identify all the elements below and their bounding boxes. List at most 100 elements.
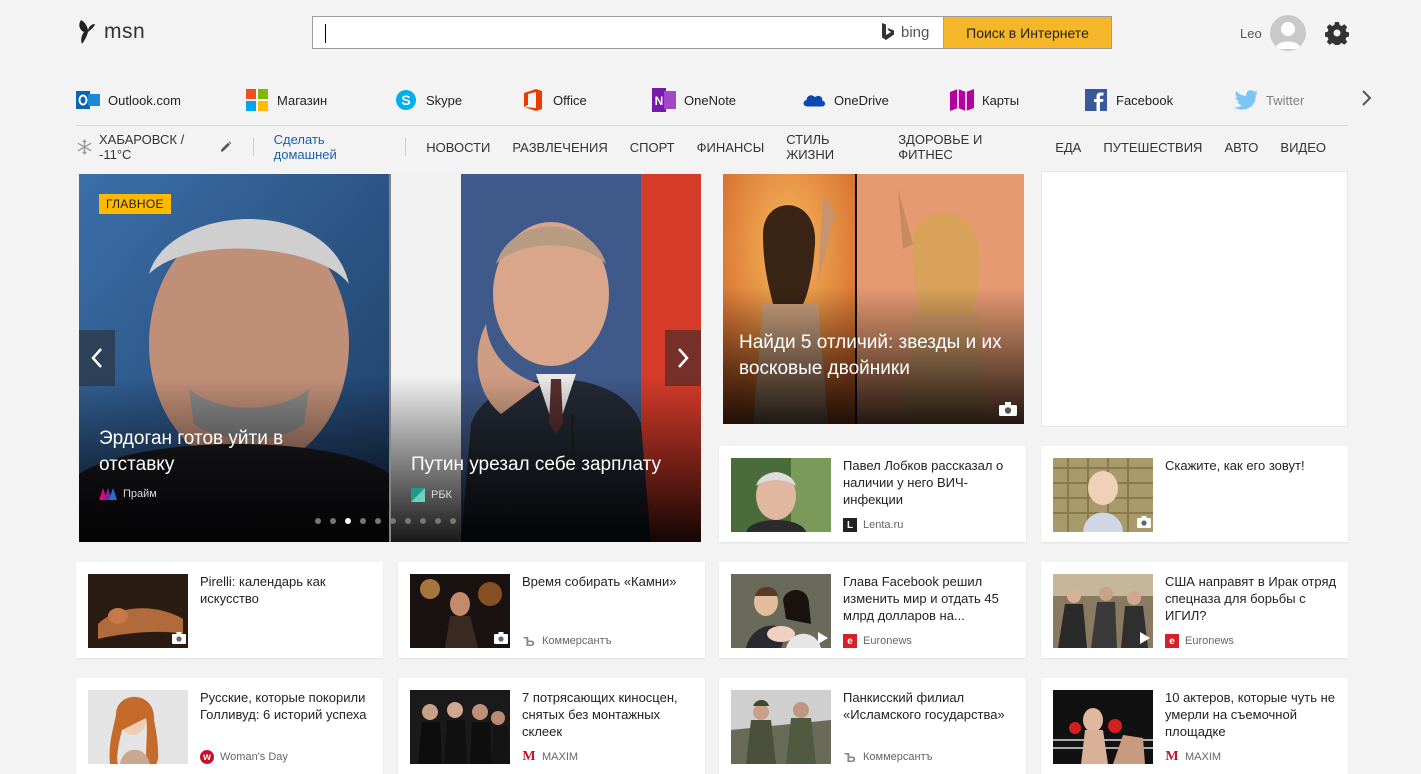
source-name: Прайм (123, 488, 157, 500)
hero-photo-putin[interactable] (391, 174, 701, 542)
card-headline[interactable]: Скажите, как его зовут! (1165, 457, 1341, 474)
news-card[interactable]: 10 актеров, которые чуть не умерли на съ… (1041, 678, 1348, 774)
camera-icon (172, 632, 186, 644)
carousel-dot[interactable] (405, 518, 411, 524)
app-maps[interactable]: Карты (950, 80, 1019, 120)
carousel-dot[interactable] (375, 518, 381, 524)
app-label: Twitter (1266, 92, 1305, 108)
app-label: Магазин (277, 92, 328, 108)
source-name: MAXIM (1185, 751, 1222, 763)
source-name: РБК (431, 489, 452, 501)
news-card[interactable]: Время собирать «Камни» Ъ Коммерсантъ (398, 562, 705, 658)
card-headline[interactable]: Павел Лобков рассказал о наличии у него … (843, 457, 1019, 508)
app-label: Skype (426, 92, 463, 108)
card-headline[interactable]: Русские, которые покорили Голливуд: 6 ис… (200, 689, 376, 723)
hero-photo-erdogan[interactable] (79, 174, 389, 542)
app-label: Office (553, 92, 587, 108)
carousel-dot[interactable] (330, 518, 336, 524)
feature-headline[interactable]: Найди 5 отличий: звезды и их восковые дв… (739, 330, 1009, 382)
user-menu[interactable]: Leo (1240, 15, 1306, 51)
card-source[interactable]: M MAXIM (522, 749, 578, 764)
card-source[interactable]: e Euronews (1165, 634, 1234, 648)
main-nav: ХАБАРОВСК / -11°C Сделать домашней НОВОС… (76, 132, 1348, 162)
maxim-logo-icon: M (1165, 749, 1179, 764)
card-source[interactable]: Ъ Коммерсантъ (843, 750, 932, 765)
source-name: Euronews (863, 635, 912, 647)
carousel-dot[interactable] (345, 518, 351, 524)
news-card[interactable]: Скажите, как его зовут! (1041, 446, 1348, 542)
carousel-dot[interactable] (420, 518, 426, 524)
card-headline[interactable]: США направят в Ирак отряд спецназа для б… (1165, 573, 1341, 624)
hero-headline[interactable]: Эрдоган готов уйти в отставку (99, 426, 339, 478)
chevron-right-icon[interactable] (1356, 88, 1376, 108)
store-icon (245, 88, 269, 112)
advertisement-slot (1041, 171, 1348, 427)
carousel-prev-button[interactable] (79, 330, 115, 386)
nav-video[interactable]: ВИДЕО (1280, 140, 1326, 155)
card-headline[interactable]: Глава Facebook решил изменить мир и отда… (843, 573, 1019, 624)
office-icon (521, 88, 545, 112)
nav-autos[interactable]: АВТО (1224, 140, 1258, 155)
card-headline[interactable]: Pirelli: календарь как искусство (200, 573, 376, 607)
avatar[interactable] (1269, 15, 1306, 51)
carousel-dot[interactable] (360, 518, 366, 524)
weather-widget[interactable]: ХАБАРОВСК / -11°C (76, 132, 233, 162)
news-card[interactable]: Глава Facebook решил изменить мир и отда… (719, 562, 1026, 658)
app-skype[interactable]: S Skype (394, 80, 462, 120)
hero-source[interactable]: РБК (411, 488, 452, 502)
feature-photo (723, 174, 1024, 424)
app-facebook[interactable]: Facebook (1084, 80, 1173, 120)
card-headline[interactable]: 7 потрясающих киносцен, снятых без монта… (522, 689, 698, 740)
app-store[interactable]: Магазин (245, 80, 327, 120)
app-onedrive[interactable]: OneDrive (802, 80, 889, 120)
app-office[interactable]: Office (521, 80, 587, 120)
settings-gear-icon[interactable] (1325, 21, 1349, 45)
card-source[interactable]: Ъ Коммерсантъ (522, 634, 611, 649)
carousel-dot[interactable] (435, 518, 441, 524)
carousel-dot[interactable] (450, 518, 456, 524)
web-search-button[interactable]: Поиск в Интернете (943, 17, 1111, 48)
source-name: Woman's Day (220, 751, 288, 763)
news-card[interactable]: Панкисский филиал «Исламского государств… (719, 678, 1026, 774)
card-headline[interactable]: Панкисский филиал «Исламского государств… (843, 689, 1019, 723)
card-source[interactable]: w Woman's Day (200, 750, 288, 764)
search-input[interactable] (323, 21, 867, 46)
nav-entertainment[interactable]: РАЗВЛЕЧЕНИЯ (512, 140, 607, 155)
svg-text:N: N (655, 94, 664, 108)
app-outlook[interactable]: Outlook.com (76, 80, 181, 120)
nav-news[interactable]: НОВОСТИ (426, 140, 490, 155)
weather-text[interactable]: ХАБАРОВСК / -11°C (99, 132, 213, 162)
card-source[interactable]: e Euronews (843, 634, 912, 648)
news-card[interactable]: Pirelli: календарь как искусство (76, 562, 383, 658)
news-card[interactable]: США направят в Ирак отряд спецназа для б… (1041, 562, 1348, 658)
make-homepage-link[interactable]: Сделать домашней (274, 132, 386, 162)
user-name[interactable]: Leo (1240, 26, 1262, 41)
nav-food[interactable]: ЕДА (1055, 140, 1081, 155)
hero-source[interactable]: Прайм (99, 488, 157, 500)
nav-travel[interactable]: ПУТЕШЕСТВИЯ (1103, 140, 1202, 155)
card-source[interactable]: M MAXIM (1165, 749, 1222, 764)
pencil-icon[interactable] (219, 140, 232, 154)
news-card[interactable]: Павел Лобков рассказал о наличии у него … (719, 446, 1026, 542)
card-source[interactable]: L Lenta.ru (843, 518, 903, 532)
feature-card[interactable]: Найди 5 отличий: звезды и их восковые дв… (723, 174, 1024, 424)
news-card[interactable]: Русские, которые покорили Голливуд: 6 ис… (76, 678, 383, 774)
search-box[interactable]: bing Поиск в Интернете (312, 16, 1112, 49)
camera-icon (494, 632, 508, 644)
card-headline[interactable]: 10 актеров, которые чуть не умерли на съ… (1165, 689, 1341, 740)
card-headline[interactable]: Время собирать «Камни» (522, 573, 698, 590)
app-twitter[interactable]: Twitter (1234, 80, 1304, 120)
carousel-dot[interactable] (315, 518, 321, 524)
news-card[interactable]: 7 потрясающих киносцен, снятых без монта… (398, 678, 705, 774)
carousel-next-button[interactable] (665, 330, 701, 386)
nav-finance[interactable]: ФИНАНСЫ (697, 140, 765, 155)
app-onenote[interactable]: N OneNote (652, 80, 736, 120)
hero-headline[interactable]: Путин урезал себе зарплату (411, 452, 691, 478)
carousel-dot[interactable] (390, 518, 396, 524)
svg-text:S: S (401, 92, 410, 108)
nav-lifestyle[interactable]: СТИЛЬ ЖИЗНИ (786, 132, 876, 162)
msn-logo[interactable]: msn (76, 18, 145, 46)
nav-sports[interactable]: СПОРТ (630, 140, 675, 155)
nav-health-fitness[interactable]: ЗДОРОВЬЕ И ФИТНЕС (898, 132, 1033, 162)
skype-icon: S (394, 88, 418, 112)
